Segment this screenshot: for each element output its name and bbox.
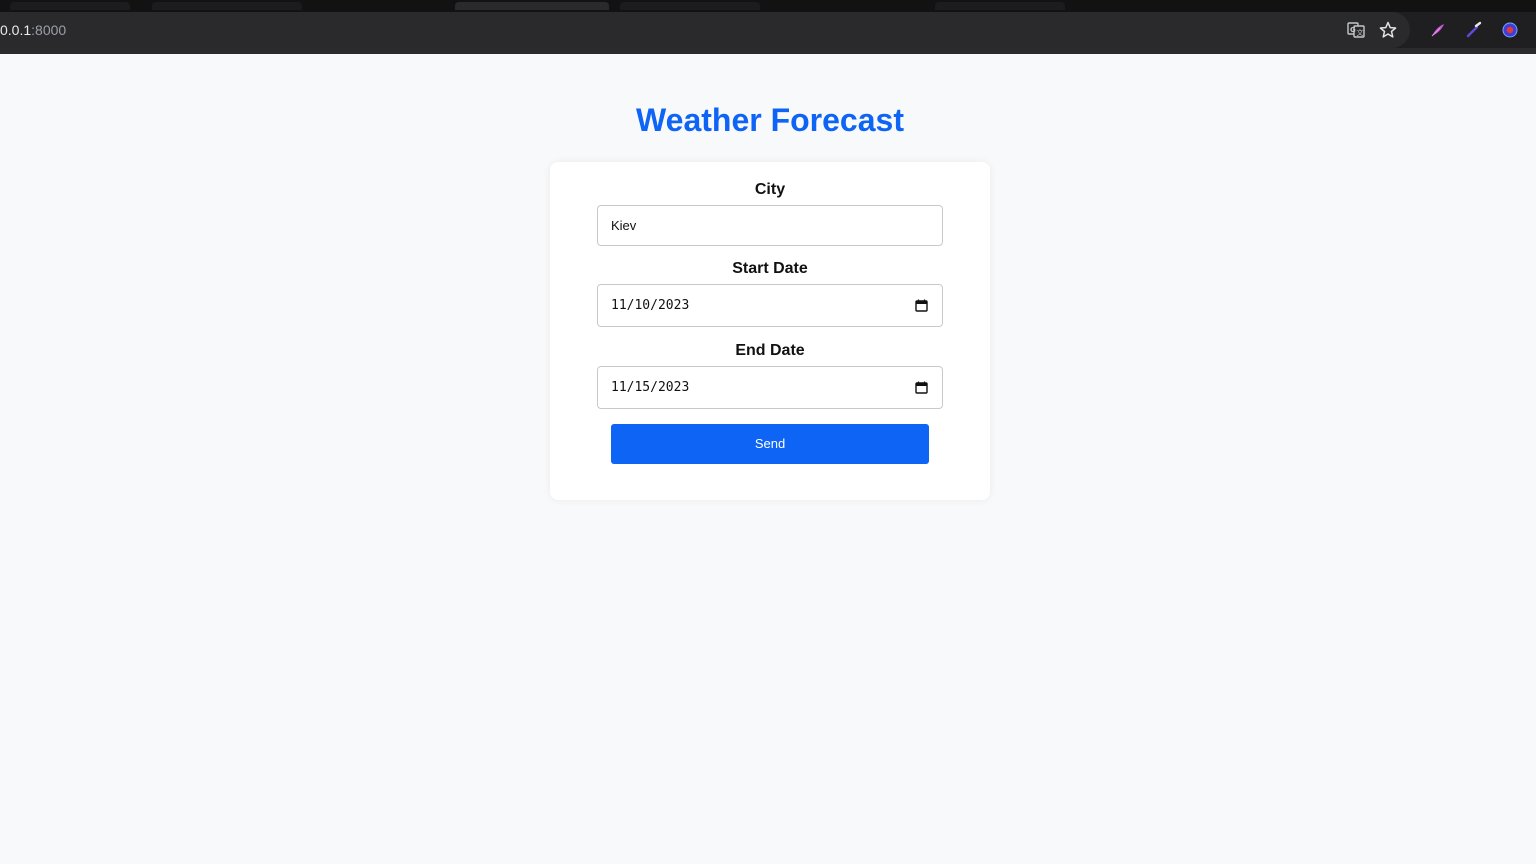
start-date-label: Start Date [732, 260, 808, 277]
end-date-input[interactable]: 11/15/2023 [597, 366, 943, 409]
browser-tab[interactable] [152, 2, 302, 10]
eyedropper-icon[interactable] [1462, 18, 1486, 42]
svg-text:G: G [1350, 26, 1356, 34]
extension-feather-icon[interactable] [1426, 18, 1450, 42]
city-input-value: Kiev [611, 218, 637, 233]
calendar-icon[interactable] [915, 381, 928, 394]
browser-chrome: 0.0.1:8000 G 文 [0, 0, 1536, 54]
browser-toolbar: 0.0.1:8000 G 文 [0, 12, 1536, 48]
city-input[interactable]: Kiev [597, 205, 943, 246]
browser-tab[interactable] [935, 2, 1065, 10]
browser-tab-active[interactable] [455, 2, 609, 10]
page-content: Weather Forecast City Kiev Start Date 11… [0, 54, 1536, 864]
start-date-input[interactable]: 11/10/2023 [597, 284, 943, 327]
browser-tab[interactable] [620, 2, 760, 10]
page-title: Weather Forecast [636, 102, 904, 138]
svg-text:文: 文 [1357, 28, 1364, 37]
extension-globe-icon[interactable] [1498, 18, 1522, 42]
send-button[interactable]: Send [611, 424, 929, 464]
end-date-label: End Date [735, 342, 805, 359]
star-icon[interactable] [1376, 18, 1400, 42]
translate-icon[interactable]: G 文 [1344, 18, 1368, 42]
tab-strip [0, 0, 1536, 12]
url-port: :8000 [31, 22, 67, 38]
forecast-form: City Kiev Start Date 11/10/2023 End Date… [550, 162, 990, 500]
url-text: 0.0.1:8000 [0, 22, 66, 38]
start-date-value: 11/10/2023 [611, 298, 690, 313]
end-date-value: 11/15/2023 [611, 380, 690, 395]
city-label: City [754, 181, 786, 198]
url-host: 0.0.1 [0, 22, 32, 38]
calendar-icon[interactable] [915, 299, 928, 312]
browser-tab[interactable] [10, 2, 130, 10]
address-bar[interactable]: 0.0.1:8000 G 文 [0, 12, 1410, 48]
